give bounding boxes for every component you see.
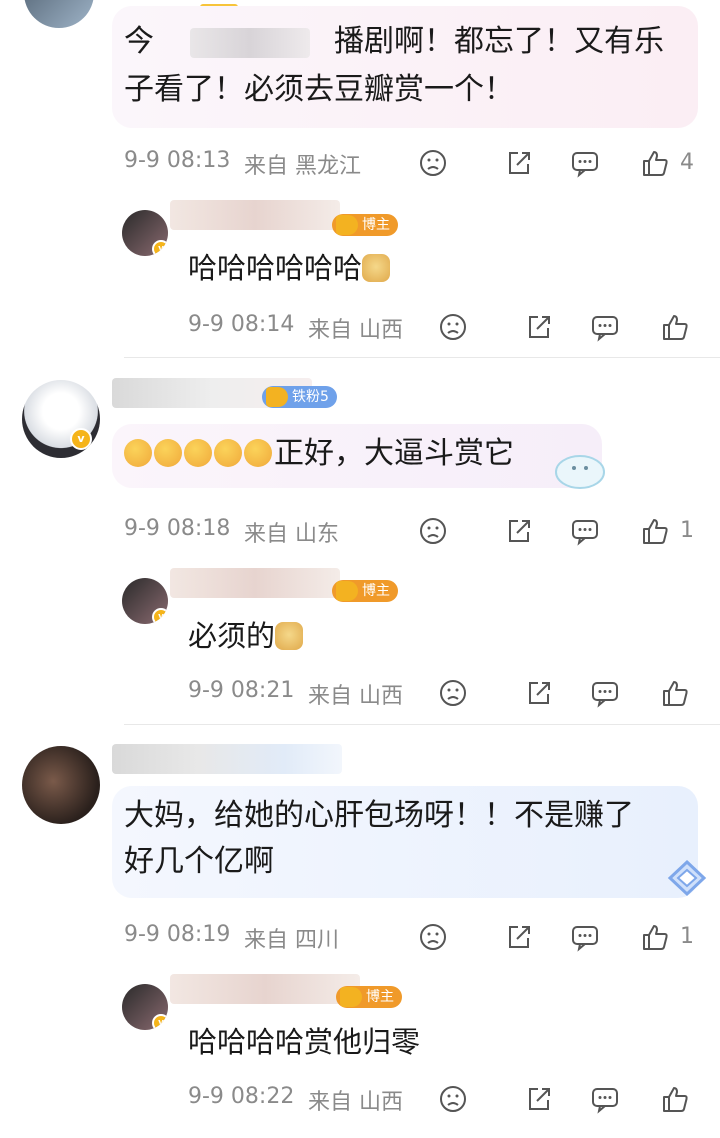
- share-icon[interactable]: [524, 678, 554, 708]
- share-icon[interactable]: [504, 922, 534, 952]
- avatar[interactable]: [22, 746, 100, 824]
- face-emoji-icon: [244, 439, 272, 467]
- comment-location: 来自 黑龙江: [244, 154, 361, 179]
- share-icon[interactable]: [524, 1084, 554, 1114]
- like-icon[interactable]: [660, 1084, 690, 1114]
- host-tag: 博主: [332, 580, 398, 602]
- crown-icon: [336, 215, 358, 235]
- like-icon[interactable]: [640, 922, 670, 952]
- comment-location: 来自 山东: [244, 522, 339, 547]
- verified-badge-icon: v: [152, 1014, 168, 1030]
- verified-badge-icon: v: [152, 240, 168, 256]
- comment-time: 9-9 08:13: [124, 148, 231, 173]
- comment-text-line2: 好几个亿啊: [124, 844, 274, 879]
- crown-icon: [336, 581, 358, 601]
- dislike-icon[interactable]: [418, 922, 448, 952]
- face-emoji-icon: [184, 439, 212, 467]
- avatar[interactable]: v: [122, 984, 168, 1030]
- comment-text-line2: 子看了！必须去豆瓣赏一个！: [124, 72, 514, 107]
- comment-text-part: 播剧啊！都忘了！又有乐: [334, 24, 664, 59]
- reply-text: 哈哈哈哈赏他归零: [188, 1025, 421, 1059]
- avatar[interactable]: v: [22, 380, 100, 458]
- comment-icon[interactable]: [570, 922, 600, 952]
- crown-icon: [266, 387, 288, 407]
- reply-location: 来自 山西: [308, 318, 403, 343]
- share-icon[interactable]: [504, 148, 534, 178]
- host-tag-label: 博主: [362, 217, 390, 233]
- like-count: 1: [680, 924, 694, 949]
- dislike-icon[interactable]: [438, 1084, 468, 1114]
- dislike-icon[interactable]: [438, 312, 468, 342]
- comment-text-part: 今: [124, 24, 154, 59]
- comment-icon[interactable]: [590, 678, 620, 708]
- like-icon[interactable]: [660, 312, 690, 342]
- reply-text-content: 必须的: [188, 619, 276, 653]
- comment-text: 今 播剧啊！都忘了！又有乐: [124, 18, 664, 66]
- host-tag: 博主: [336, 986, 402, 1008]
- sticker-icon: [550, 446, 610, 492]
- face-emoji-icon: [154, 439, 182, 467]
- dislike-icon[interactable]: [418, 516, 448, 546]
- like-icon[interactable]: [640, 516, 670, 546]
- like-count: 4: [680, 150, 694, 175]
- reply-time: 9-9 08:22: [188, 1084, 295, 1109]
- face-emoji-icon: [124, 439, 152, 467]
- reply-text: 哈哈哈哈哈哈: [188, 244, 392, 292]
- comment-time: 9-9 08:19: [124, 922, 231, 947]
- comment-icon[interactable]: [570, 516, 600, 546]
- comment-location: 来自 四川: [244, 928, 339, 953]
- verified-badge-icon: v: [70, 428, 92, 450]
- reply-text: 必须的: [188, 612, 305, 660]
- comment-text-line1: 大妈，给她的心肝包场呀！！不是赚了: [124, 798, 634, 833]
- share-icon[interactable]: [504, 516, 534, 546]
- redacted-username: [112, 744, 342, 774]
- host-tag-label: 博主: [362, 583, 390, 599]
- diamond-sticker-icon: [664, 858, 710, 898]
- like-icon[interactable]: [660, 678, 690, 708]
- redacted-username: [170, 974, 360, 1004]
- reply-time: 9-9 08:21: [188, 678, 295, 703]
- fan-tag: 铁粉5: [262, 386, 337, 408]
- doge-emoji-icon: [362, 254, 391, 282]
- host-tag: 博主: [332, 214, 398, 236]
- reply-location: 来自 山西: [308, 1090, 403, 1115]
- like-icon[interactable]: [640, 148, 670, 178]
- reply-location: 来自 山西: [308, 684, 403, 709]
- share-icon[interactable]: [524, 312, 554, 342]
- comment-time: 9-9 08:18: [124, 516, 231, 541]
- host-tag-label: 博主: [366, 989, 394, 1005]
- comment-text: 正好，大逼斗赏它: [124, 430, 514, 478]
- fan-tag-label: 铁粉5: [292, 389, 329, 405]
- avatar[interactable]: v: [122, 578, 168, 624]
- reply-time: 9-9 08:14: [188, 312, 295, 337]
- redacted-username: [170, 200, 340, 230]
- dislike-icon[interactable]: [418, 148, 448, 178]
- divider: [124, 357, 720, 358]
- comment-icon[interactable]: [590, 1084, 620, 1114]
- dislike-icon[interactable]: [438, 678, 468, 708]
- comment-text-content: 正好，大逼斗赏它: [274, 436, 514, 471]
- comment-icon[interactable]: [570, 148, 600, 178]
- avatar[interactable]: [24, 0, 94, 28]
- crown-icon: [340, 987, 362, 1007]
- divider: [124, 724, 720, 725]
- verified-badge-icon: v: [152, 608, 168, 624]
- doge-emoji-icon: [275, 622, 304, 650]
- face-emoji-icon: [214, 439, 242, 467]
- like-count: 1: [680, 518, 694, 543]
- avatar[interactable]: v: [122, 210, 168, 256]
- redacted-username: [170, 568, 340, 598]
- reply-text-content: 哈哈哈哈哈哈: [188, 251, 363, 285]
- comment-icon[interactable]: [590, 312, 620, 342]
